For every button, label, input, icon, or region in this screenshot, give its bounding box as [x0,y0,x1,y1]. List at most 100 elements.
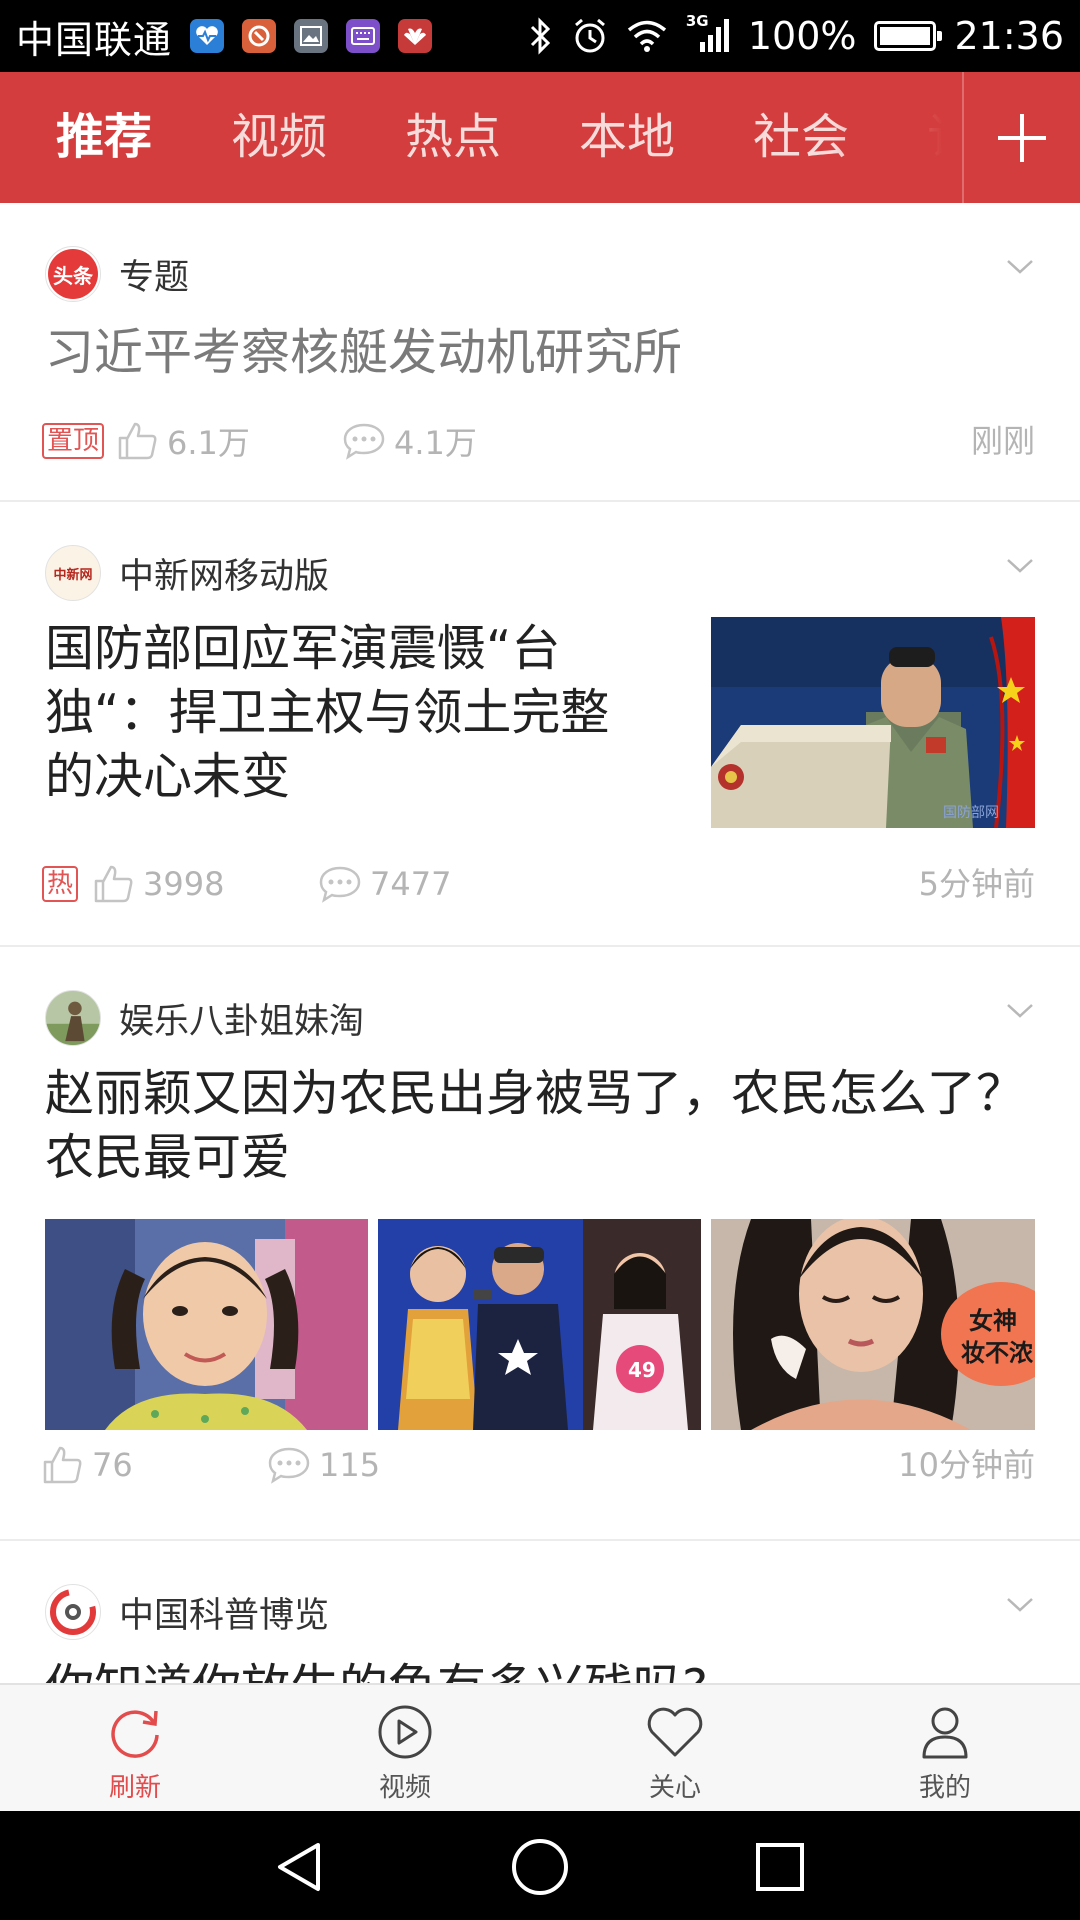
chevron-down-icon[interactable] [1006,1002,1034,1020]
back-icon[interactable] [270,1837,330,1897]
image-watermark: 国防部网 [943,805,999,821]
nav-care[interactable]: 关心 [540,1685,810,1813]
comments-text: 4.1万 [394,424,477,462]
nav-label: 刷新 [108,1773,161,1803]
source-name[interactable]: 娱乐八卦姐妹淘 [119,993,364,1044]
heart-icon [647,1707,703,1757]
tab-local[interactable]: 本地 [579,72,675,203]
like-count[interactable]: 3998 [93,859,224,909]
card-source: 中国科普博览 [45,1584,329,1640]
system-navigation-bar [0,1811,1080,1920]
thumbs-up-icon [118,422,157,460]
health-icon [190,19,225,53]
tabs-fade [832,72,962,203]
article-title[interactable]: 国防部回应军演震慑“台独“：捍卫主权与领土完整的决心未变 [45,617,640,809]
chevron-down-icon[interactable] [1006,1596,1034,1614]
article-meta: 76 115 10分钟前 [42,1440,1035,1490]
article-image-2[interactable]: 49 [378,1219,701,1430]
user-avatar [45,990,101,1046]
article-meta: 置顶 6.1万 4.1万 刚刚 [42,416,1035,466]
thumbs-up-icon [43,1446,82,1484]
play-icon [378,1705,432,1759]
nav-label: 视频 [378,1773,431,1803]
likes-text: 3998 [143,865,225,903]
comment-count[interactable]: 7477 [318,859,451,909]
news-feed[interactable]: 头条 专题 习近平考察核艇发动机研究所 置顶 6.1万 4.1万 刚刚 中新网 [0,203,1080,1683]
pinned-badge: 置顶 [42,423,105,459]
kepu-logo-avatar [45,1584,101,1640]
source-name[interactable]: 专题 [119,249,189,300]
comment-count[interactable]: 115 [267,1440,380,1490]
app-icon [242,19,277,53]
chinanews-logo-avatar: 中新网 [45,545,101,601]
add-channel-button[interactable] [962,72,1080,203]
channel-tabs: 推荐 视频 热点 本地 社会 订阅 [0,72,1080,203]
card-source: 娱乐八卦姐妹淘 [45,990,364,1046]
signal-icon: 3G [686,12,730,54]
hot-badge: 热 [42,866,79,902]
likes-text: 76 [92,1446,133,1484]
keyboard-icon [346,19,381,53]
toutiao-logo-avatar: 头条 [45,246,101,302]
comment-count[interactable]: 4.1万 [342,416,477,466]
nav-label: 关心 [648,1773,701,1803]
news-card[interactable]: 中国科普博览 你知道你放生的龟有多兴残吗? [0,1541,1080,1683]
source-name[interactable]: 中国科普博览 [119,1587,329,1638]
like-count[interactable]: 6.1万 [117,416,250,466]
bluetooth-icon [530,17,550,55]
recents-icon[interactable] [750,1837,810,1897]
article-meta: 热 3998 7477 5分钟前 [42,859,1035,909]
chevron-down-icon[interactable] [1006,557,1034,575]
like-count[interactable]: 76 [42,1440,133,1490]
nav-refresh[interactable]: 刷新 [0,1685,270,1813]
source-name[interactable]: 中新网移动版 [119,548,329,599]
article-thumbnail[interactable]: 国防部网 [711,617,1035,828]
nav-label: 我的 [918,1773,971,1803]
refresh-icon [111,1710,159,1758]
news-card[interactable]: 娱乐八卦姐妹淘 赵丽颖又因为农民出身被骂了，农民怎么了？农民最可爱 49 女神 … [0,947,1080,1541]
alarm-icon [574,18,605,53]
user-icon [922,1707,968,1759]
carrier-name: 中国联通 [16,17,173,62]
comment-icon [343,423,385,460]
bottom-navigation: 刷新 视频 关心 我的 [0,1683,1080,1813]
article-title[interactable]: 赵丽颖又因为农民出身被骂了，农民怎么了？农民最可爱 [45,1062,1045,1190]
comment-icon [319,866,361,903]
notification-icons [190,19,433,53]
card-source: 中新网 中新网移动版 [45,545,329,601]
battery-icon [874,21,943,51]
caption-line-2: 妆不浓 [961,1339,1034,1367]
article-title[interactable]: 你知道你放生的龟有多兴残吗? [45,1656,1045,1683]
comment-icon [268,1447,310,1484]
article-title[interactable]: 习近平考察核艇发动机研究所 [45,321,1045,385]
article-image-1[interactable] [45,1219,368,1430]
nav-video[interactable]: 视频 [270,1685,540,1813]
publish-time: 10分钟前 [898,1446,1035,1484]
comments-text: 115 [319,1446,381,1484]
tab-hot[interactable]: 热点 [405,72,501,203]
battery-level [880,27,931,45]
home-icon[interactable] [510,1837,570,1897]
nav-mine[interactable]: 我的 [810,1685,1080,1813]
tab-recommend[interactable]: 推荐 [56,72,152,203]
wifi-icon [627,20,666,52]
publish-time: 刚刚 [970,422,1035,460]
chevron-down-icon[interactable] [1006,258,1034,276]
gallery-icon [294,19,329,53]
battery-percent: 100% [747,14,857,58]
comments-text: 7477 [370,865,452,903]
tab-video[interactable]: 视频 [231,72,327,203]
huawei-icon [398,19,433,53]
news-card[interactable]: 中新网 中新网移动版 国防部回应军演震慑“台独“：捍卫主权与领土完整的决心未变 [0,502,1080,947]
status-bar: 中国联通 3G 100% 21:36 [0,0,1080,72]
news-card[interactable]: 头条 专题 习近平考察核艇发动机研究所 置顶 6.1万 4.1万 刚刚 [0,203,1080,502]
likes-text: 6.1万 [167,424,250,462]
plus-icon [998,113,1046,162]
contestant-number: 49 [628,1358,656,1382]
caption-line-1: 女神 [969,1307,1017,1335]
avatar-logo-text: 头条 [48,249,98,299]
clock: 21:36 [954,14,1064,58]
article-image-3[interactable]: 女神 妆不浓 [711,1219,1035,1430]
thumbs-up-icon [94,865,133,903]
card-source: 头条 专题 [45,246,189,302]
